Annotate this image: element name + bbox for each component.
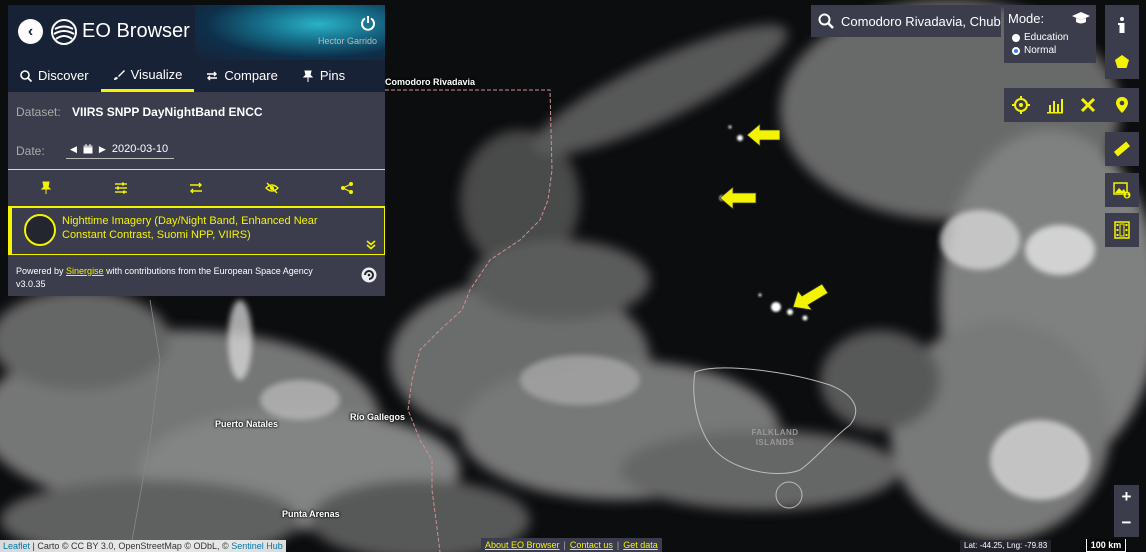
tab-label: Pins <box>319 68 346 83</box>
logout-power-icon[interactable] <box>360 15 376 31</box>
esa-logo-icon <box>361 267 377 283</box>
tab-pins[interactable]: Pins <box>290 60 357 92</box>
film-icon <box>1114 221 1130 239</box>
layer-title: Nighttime Imagery (Day/Night Band, Enhan… <box>62 215 318 241</box>
app-brand: EO Browser <box>82 20 190 42</box>
prev-date-icon[interactable]: ◀ <box>70 144 77 155</box>
map-label-punta-arenas: Punta Arenas <box>282 509 340 519</box>
map-label-rio-gallegos: Río Gallegos <box>350 412 406 422</box>
timelapse-button[interactable] <box>1105 213 1139 247</box>
map-label-puerto-natales: Puerto Natales <box>215 419 279 429</box>
download-image-button[interactable] <box>1105 173 1139 207</box>
about-link[interactable]: About EO Browser <box>481 538 564 552</box>
contact-link[interactable]: Contact us <box>566 538 617 552</box>
tab-compare[interactable]: Compare <box>194 60 289 92</box>
search-icon <box>20 70 32 82</box>
layer-thumbnail <box>24 214 56 246</box>
collapse-panel-button[interactable]: ‹ <box>18 19 43 44</box>
dataset-value: VIIRS SNPP DayNightBand ENCC <box>72 105 263 119</box>
share-icon[interactable] <box>340 181 354 195</box>
cursor-coordinates: Lat: -44.25, Lng: -79.83 <box>960 540 1052 552</box>
map-attribution: Leaflet | Carto © CC BY 3.0, OpenStreetM… <box>0 540 286 552</box>
ruler-icon <box>1113 141 1131 157</box>
info-icon <box>1118 17 1125 33</box>
draw-polygon-button[interactable] <box>1105 45 1139 79</box>
close-icon[interactable] <box>1079 96 1097 114</box>
sinergise-link[interactable]: Sinergise <box>66 266 104 276</box>
layer-card-selected[interactable]: Nighttime Imagery (Day/Night Band, Enhan… <box>8 207 385 255</box>
footer-links: About EO Browser | Contact us | Get data <box>481 538 662 552</box>
side-panel: ‹ EO Browser Hector Garrido Discover Vis… <box>8 5 385 296</box>
tab-label: Discover <box>38 68 89 83</box>
compare-arrows-icon <box>207 71 218 81</box>
mode-selector: Mode: Education Normal <box>1004 5 1096 63</box>
dataset-label: Dataset: <box>16 105 61 119</box>
eo-browser-logo-icon <box>51 19 77 45</box>
date-row: Date: ◀ ▶ 2020-03-10 <box>16 143 175 159</box>
brush-icon <box>113 69 125 80</box>
radio-education[interactable] <box>1012 33 1020 42</box>
date-value[interactable]: 2020-03-10 <box>112 143 168 155</box>
main-tabs: Discover Visualize Compare Pins <box>8 60 385 92</box>
app-version: v3.0.35 <box>16 279 46 289</box>
powered-by: Powered by Sinergise with contributions … <box>16 266 313 289</box>
tab-discover[interactable]: Discover <box>8 60 101 92</box>
map-label-comodoro: Comodoro Rivadavia <box>385 77 476 87</box>
chevron-double-down-icon[interactable] <box>366 240 376 250</box>
map-marker-icon[interactable] <box>1113 96 1131 114</box>
info-button[interactable] <box>1105 5 1139 45</box>
date-label: Date: <box>16 144 45 158</box>
crosshair-icon[interactable] <box>1011 96 1030 114</box>
tab-label: Visualize <box>130 66 183 82</box>
user-name: Hector Garrido <box>317 36 377 46</box>
sentinel-hub-link[interactable]: Sentinel Hub <box>231 541 283 551</box>
pentagon-icon <box>1115 55 1129 68</box>
zoom-in-button[interactable]: + <box>1114 485 1139 511</box>
next-date-icon[interactable]: ▶ <box>99 144 106 155</box>
zoom-controls: + − <box>1114 485 1139 537</box>
tab-label: Compare <box>224 68 278 83</box>
mode-option-education[interactable]: Education <box>1012 32 1068 43</box>
mode-title: Mode: <box>1008 11 1045 26</box>
map-label-falkland-islands: FALKLAND ISLANDS <box>751 428 799 447</box>
date-picker[interactable]: ◀ ▶ 2020-03-10 <box>66 143 175 159</box>
mode-option-normal[interactable]: Normal <box>1012 45 1056 56</box>
graduation-cap-icon <box>1072 12 1090 24</box>
radio-normal[interactable] <box>1012 46 1020 55</box>
map-tools-bar <box>1004 88 1139 122</box>
panel-header: ‹ EO Browser Hector Garrido <box>8 5 385 60</box>
zoom-out-button[interactable]: − <box>1114 511 1139 537</box>
pin-icon <box>302 70 314 82</box>
compare-arrows-icon[interactable] <box>189 181 203 195</box>
tab-visualize[interactable]: Visualize <box>100 60 195 92</box>
bar-chart-icon[interactable] <box>1046 96 1064 114</box>
eye-hidden-icon[interactable] <box>264 181 279 195</box>
map-scale: 100 km <box>1086 539 1126 552</box>
location-search <box>811 5 1001 37</box>
image-download-icon <box>1113 182 1131 199</box>
search-icon[interactable] <box>818 13 834 29</box>
measure-button[interactable] <box>1105 132 1139 166</box>
calendar-icon[interactable] <box>83 144 93 154</box>
pin-icon[interactable] <box>39 181 53 195</box>
header-globe-graphic <box>195 5 385 60</box>
leaflet-link[interactable]: Leaflet <box>3 541 30 551</box>
layer-toolbar <box>8 169 385 207</box>
search-input[interactable] <box>841 13 1001 29</box>
sliders-icon[interactable] <box>114 181 128 195</box>
dataset-row: Dataset: VIIRS SNPP DayNightBand ENCC <box>16 105 263 119</box>
get-data-link[interactable]: Get data <box>619 538 662 552</box>
